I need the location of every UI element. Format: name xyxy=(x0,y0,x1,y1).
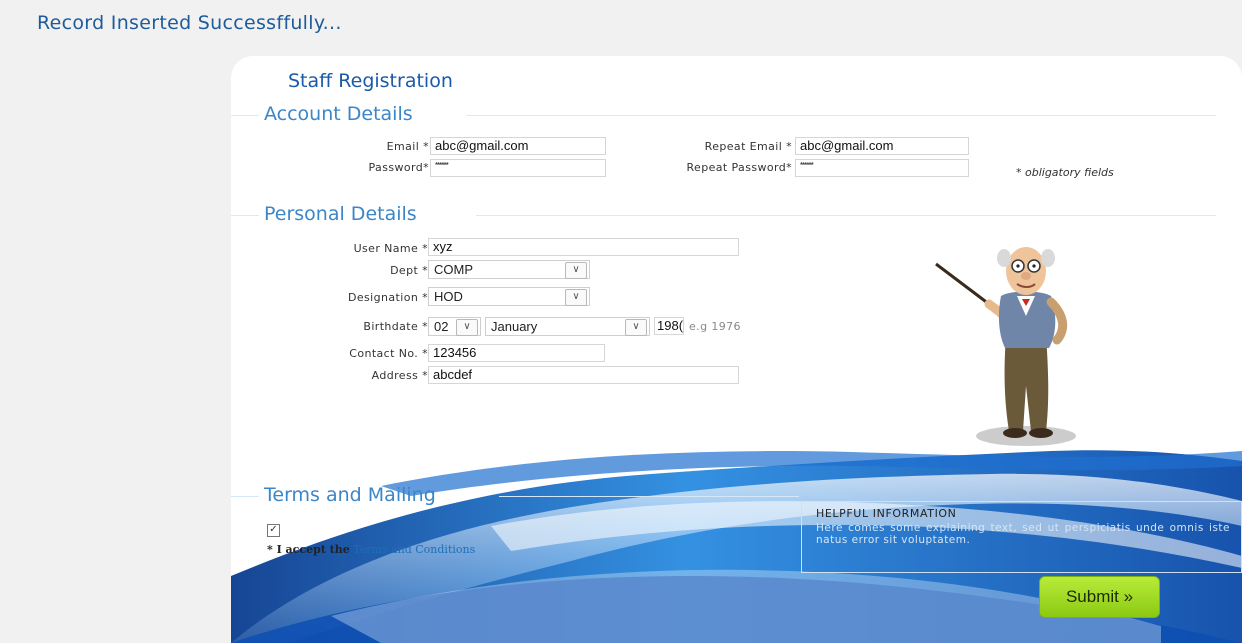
success-message: Record Inserted Successffully... xyxy=(37,12,342,34)
password-label: Password* xyxy=(368,161,429,174)
section-divider xyxy=(499,496,799,497)
chevron-down-icon: ∨ xyxy=(565,262,587,279)
password-field[interactable]: ****** xyxy=(430,159,606,177)
obligatory-note: * obligatory fields xyxy=(1016,166,1114,179)
birth-year-field[interactable]: 198( xyxy=(654,317,684,335)
birth-day-select[interactable]: 02 ∨ xyxy=(428,317,481,336)
section-divider xyxy=(231,496,259,497)
username-field[interactable]: xyz xyxy=(428,238,739,256)
dept-select[interactable]: COMP ∨ xyxy=(428,260,590,279)
repeat-email-field[interactable]: abc@gmail.com xyxy=(795,137,969,155)
repeat-password-field[interactable]: ****** xyxy=(795,159,969,177)
checkmark-icon: ✓ xyxy=(269,524,278,535)
terms-link[interactable]: Terms and Conditions xyxy=(353,543,475,556)
chevron-down-icon: ∨ xyxy=(456,319,478,336)
section-divider xyxy=(466,115,1216,116)
repeat-email-label: Repeat Email * xyxy=(704,140,792,153)
birth-month-value: January xyxy=(491,319,538,334)
section-title-terms: Terms and Mailing xyxy=(264,484,436,506)
help-title: HELPFUL INFORMATION xyxy=(816,507,957,520)
section-divider xyxy=(476,215,1216,216)
section-divider xyxy=(231,215,259,216)
designation-select[interactable]: HOD ∨ xyxy=(428,287,590,306)
section-title-personal: Personal Details xyxy=(264,203,417,225)
email-field[interactable]: abc@gmail.com xyxy=(430,137,606,155)
address-label: Address * xyxy=(371,369,428,382)
helpful-information-box: HELPFUL INFORMATION Here comes some expl… xyxy=(801,501,1242,573)
chevron-down-icon: ∨ xyxy=(565,289,587,306)
accept-terms-label: * I accept the Terms and Conditions xyxy=(267,543,475,556)
section-title-account: Account Details xyxy=(264,103,413,125)
professor-illustration xyxy=(935,247,1076,446)
username-label: User Name * xyxy=(353,242,428,255)
submit-button[interactable]: Submit » xyxy=(1039,576,1160,618)
section-divider xyxy=(231,115,259,116)
accept-prefix: * I accept the xyxy=(267,543,350,556)
birth-year-hint: e.g 1976 xyxy=(689,320,741,333)
birthdate-label: Birthdate * xyxy=(363,320,428,333)
contact-field[interactable]: 123456 xyxy=(428,344,605,362)
repeat-password-label: Repeat Password* xyxy=(686,161,792,174)
chevron-down-icon: ∨ xyxy=(625,319,647,336)
email-label: Email * xyxy=(386,140,429,153)
dept-value: COMP xyxy=(434,262,473,277)
birth-month-select[interactable]: January ∨ xyxy=(485,317,650,336)
form-title: Staff Registration xyxy=(288,70,453,92)
help-text: Here comes some explaining text, sed ut … xyxy=(816,522,1230,546)
registration-card: Staff Registration Account Details Email… xyxy=(231,56,1242,643)
designation-label: Designation * xyxy=(348,291,428,304)
terms-checkbox[interactable]: ✓ xyxy=(267,524,280,537)
address-field[interactable]: abcdef xyxy=(428,366,739,384)
contact-label: Contact No. * xyxy=(349,347,428,360)
designation-value: HOD xyxy=(434,289,463,304)
birth-day-value: 02 xyxy=(434,319,449,334)
dept-label: Dept * xyxy=(390,264,428,277)
